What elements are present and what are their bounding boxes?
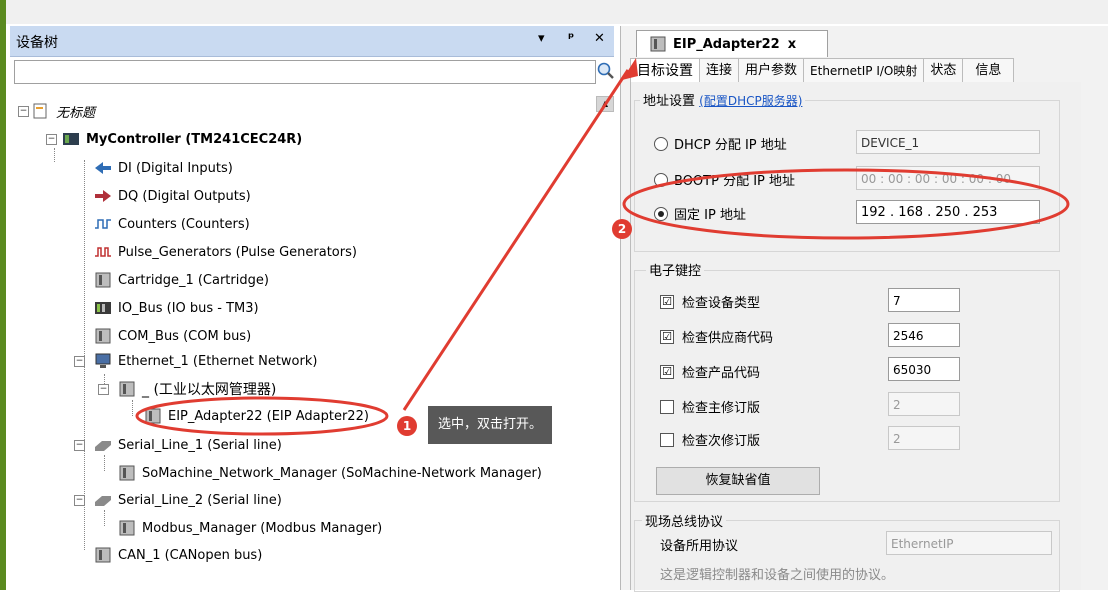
step-badge-1: 1	[397, 416, 417, 436]
step-badge-2: 2	[612, 219, 632, 239]
instruction-tooltip: 选中，双击打开。	[428, 406, 553, 444]
annotation-overlay	[135, 58, 1070, 436]
